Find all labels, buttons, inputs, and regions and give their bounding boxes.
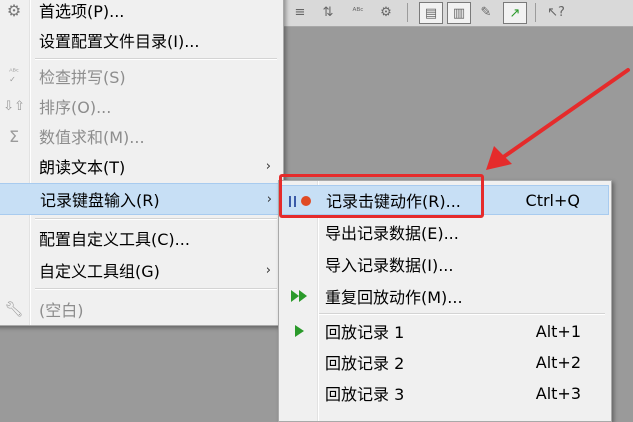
annotation-arrow-icon [486,68,630,170]
